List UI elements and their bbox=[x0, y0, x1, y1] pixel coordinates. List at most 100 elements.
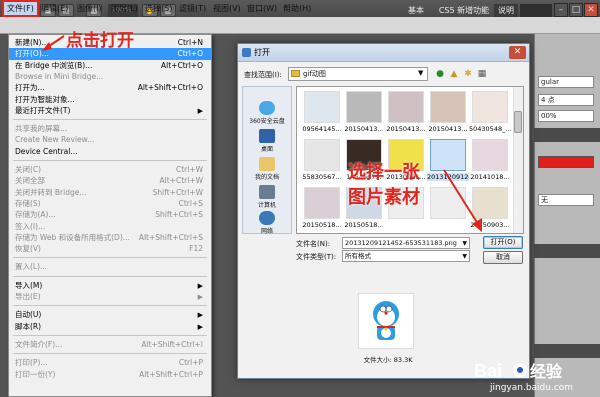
file-menu-item[interactable]: Device Central... bbox=[9, 146, 211, 158]
file-menu-item: 导出(E) ▶ bbox=[9, 291, 211, 303]
menu-item-label: 打印(P)... bbox=[15, 358, 48, 368]
file-thumbnail[interactable] bbox=[304, 139, 340, 171]
menu-separator bbox=[13, 305, 207, 307]
chevron-down-icon[interactable]: ▼ bbox=[418, 69, 423, 77]
file-menu-item[interactable]: 最近打开文件(T) ▶ bbox=[9, 105, 211, 117]
file-thumbnail[interactable] bbox=[388, 91, 424, 123]
file-menu-item: 存储为 Web 和设备所用格式(D)... Alt+Shift+Ctrl+S bbox=[9, 232, 211, 244]
open-button[interactable]: 打开(O) bbox=[483, 236, 523, 249]
file-menu-item[interactable]: 在 Bridge 中浏览(B)... Alt+Ctrl+O bbox=[9, 60, 211, 72]
menu-separator bbox=[13, 257, 207, 259]
panel-header bbox=[534, 244, 600, 258]
file-name-input[interactable]: 20131209121452-653531183.png ▼ bbox=[342, 237, 470, 249]
dialog-title: 打开 bbox=[254, 48, 270, 57]
file-thumbnail[interactable] bbox=[472, 187, 508, 219]
file-thumbnail[interactable] bbox=[430, 139, 466, 171]
cancel-button[interactable]: 取消 bbox=[483, 251, 523, 264]
menu-item-shortcut: Alt+Ctrl+O bbox=[161, 60, 203, 70]
file-menu-item: 置入(L)... bbox=[9, 261, 211, 273]
file-menu-item[interactable]: 脚本(R) ▶ bbox=[9, 321, 211, 333]
file-menu-item[interactable]: 自动(U) ▶ bbox=[9, 309, 211, 321]
scrollbar-thumb[interactable] bbox=[514, 111, 522, 133]
up-folder-icon[interactable]: ▲ bbox=[448, 68, 460, 80]
close-window-button[interactable]: ✕ bbox=[584, 3, 598, 17]
menu-view[interactable]: 视图(V) bbox=[210, 2, 244, 15]
menu-separator bbox=[13, 160, 207, 161]
scrollbar[interactable] bbox=[513, 87, 523, 233]
desktop-icon bbox=[259, 129, 275, 143]
menu-item-label: 关闭并转到 Bridge... bbox=[15, 187, 87, 197]
minimize-button[interactable]: – bbox=[554, 3, 568, 17]
menu-item-shortcut: Alt+Shift+Ctrl+S bbox=[138, 232, 203, 242]
places-bar: 360安全云盘 桌面 我的文档 计算机 网络 bbox=[242, 86, 292, 235]
menu-help[interactable]: 帮助(H) bbox=[280, 2, 314, 15]
menu-image[interactable]: 图像(I) bbox=[74, 2, 105, 15]
file-name-caption: 20150518... bbox=[344, 221, 384, 229]
options-panel bbox=[534, 34, 600, 397]
menu-item-label: 关闭(C) bbox=[15, 165, 42, 174]
file-menu-dropdown: 新建(N)... Ctrl+N 打开(O)... Ctrl+O 在 Bridge 中浏览… bbox=[8, 34, 212, 397]
menu-window[interactable]: 窗口(W) bbox=[244, 2, 280, 15]
place-desktop[interactable]: 桌面 bbox=[243, 129, 291, 153]
place-documents[interactable]: 我的文档 bbox=[243, 157, 291, 181]
file-name-caption: 50430548_... bbox=[469, 125, 511, 133]
menu-item-label: 打开为... bbox=[15, 83, 45, 93]
menu-layer[interactable]: 图层(L) bbox=[108, 2, 141, 15]
file-type-select[interactable]: 所有格式 ▼ bbox=[342, 250, 470, 262]
file-thumbnail[interactable] bbox=[430, 187, 466, 219]
file-name-label: 文件名(N): bbox=[296, 240, 331, 248]
file-menu-item: 关闭全部 Alt+Ctrl+W bbox=[9, 175, 211, 187]
file-thumbnail[interactable] bbox=[472, 139, 508, 171]
chevron-down-icon[interactable]: ▼ bbox=[462, 238, 467, 249]
search-field[interactable] bbox=[520, 4, 552, 18]
menu-item-label: 关闭全部 bbox=[15, 176, 45, 186]
place-360-cloud[interactable]: 360安全云盘 bbox=[243, 101, 291, 125]
view-menu-icon[interactable]: ▦ bbox=[476, 68, 488, 80]
workspace-cs5-new[interactable]: CS5 新增功能 bbox=[436, 4, 492, 18]
file-name-caption: 20150413... bbox=[386, 125, 426, 133]
menu-item-shortcut: Alt+Ctrl+W bbox=[159, 176, 203, 186]
menu-item-label: 在 Bridge 中浏览(B)... bbox=[15, 60, 93, 70]
menu-item-label: Device Central... bbox=[15, 146, 78, 156]
color-swatch[interactable] bbox=[538, 156, 594, 168]
font-size-field[interactable]: 4 点 bbox=[538, 94, 594, 106]
new-folder-icon[interactable]: ✱ bbox=[462, 68, 474, 80]
file-menu-item: Browse in Mini Bridge... bbox=[9, 71, 211, 83]
file-type-label: 文件类型(T): bbox=[296, 253, 337, 261]
menu-item-label: 自动(U) bbox=[15, 310, 42, 320]
back-icon[interactable]: ● bbox=[434, 68, 446, 80]
file-thumbnail[interactable] bbox=[304, 187, 340, 219]
look-in-select[interactable]: gif动图 bbox=[288, 67, 428, 81]
menu-select[interactable]: 选择(S) bbox=[142, 2, 175, 15]
workspace-essentials[interactable]: 基本 bbox=[404, 4, 428, 18]
anti-alias-field[interactable]: 无 bbox=[538, 194, 594, 206]
menu-item-shortcut: Alt+Shift+Ctrl+I bbox=[141, 339, 203, 349]
maximize-button[interactable]: □ bbox=[569, 3, 583, 17]
menu-edit[interactable]: 编辑(E) bbox=[38, 2, 71, 15]
file-thumbnail[interactable] bbox=[346, 91, 382, 123]
file-thumbnail[interactable] bbox=[430, 91, 466, 123]
font-style-field[interactable]: gular bbox=[538, 76, 594, 88]
menu-item-shortcut: Ctrl+N bbox=[177, 38, 203, 47]
file-menu-item[interactable]: 导入(M) ▶ bbox=[9, 280, 211, 292]
scale-field[interactable]: 00% bbox=[538, 110, 594, 122]
file-thumbnail[interactable] bbox=[472, 91, 508, 123]
place-computer[interactable]: 计算机 bbox=[243, 185, 291, 209]
file-name-caption: 55830567... bbox=[302, 173, 342, 181]
panel-header bbox=[534, 128, 600, 142]
menu-item-shortcut: Alt+Shift+Ctrl+O bbox=[137, 83, 203, 93]
file-thumbnail[interactable] bbox=[304, 91, 340, 123]
file-menu-item[interactable]: 打开为... Alt+Shift+Ctrl+O bbox=[9, 82, 211, 94]
chevron-right-icon: ▶ bbox=[197, 281, 203, 290]
close-icon[interactable]: ✕ bbox=[509, 46, 526, 59]
open-dialog: 打开 ✕ 查找范围(I): gif动图 ▼ ● ▲ ✱ ▦ 360安全云盘 桌面… bbox=[237, 43, 530, 379]
workspace-help[interactable]: 说明 bbox=[494, 4, 518, 18]
folder-icon bbox=[291, 70, 300, 77]
file-menu-item[interactable]: 打开为智能对象... bbox=[9, 94, 211, 106]
place-network[interactable]: 网络 bbox=[243, 211, 291, 235]
menu-item-label: 恢复(V) bbox=[15, 244, 41, 254]
file-menu-item: 打印一份(Y) Alt+Shift+Ctrl+P bbox=[9, 369, 211, 381]
menu-filter[interactable]: 滤镜(T) bbox=[176, 2, 209, 15]
menu-file[interactable]: 文件(F) bbox=[2, 0, 39, 17]
chevron-down-icon[interactable]: ▼ bbox=[462, 251, 467, 262]
